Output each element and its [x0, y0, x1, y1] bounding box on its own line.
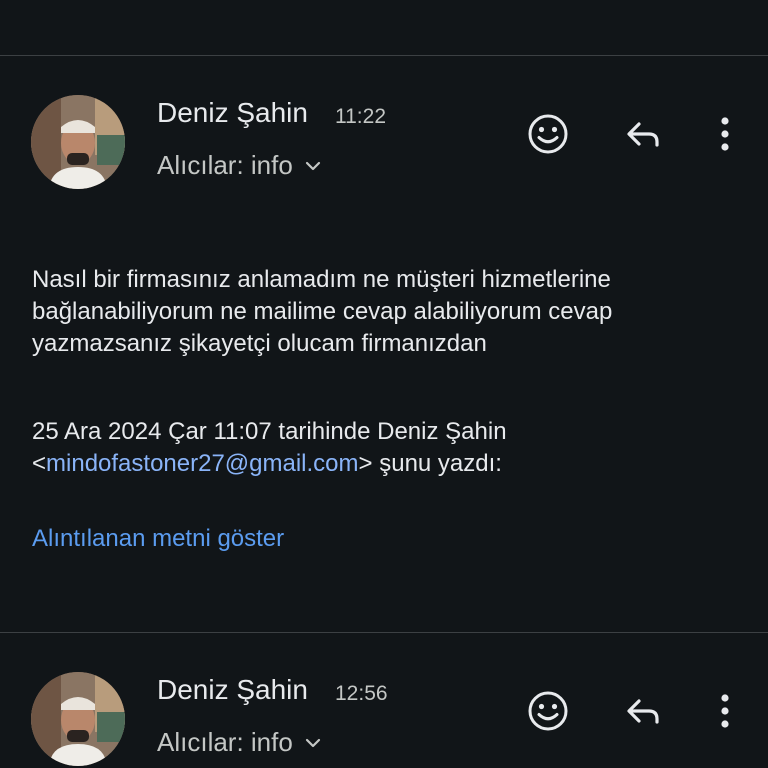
message-body: Nasıl bir firmasınız anlamadım ne müşter…: [32, 264, 732, 360]
more-options-button[interactable]: [697, 106, 753, 162]
reply-button[interactable]: [615, 106, 671, 162]
body-line: bağlanabiliyorum ne mailime cevap alabil…: [32, 298, 613, 325]
sender-name: Deniz Şahin: [157, 674, 308, 705]
quote-header-line: 25 Ara 2024 Çar 11:07 tarihinde Deniz Şa…: [32, 418, 507, 445]
recipients-label: Alıcılar: info: [157, 150, 293, 180]
more-options-button[interactable]: [697, 683, 753, 739]
recipients-label: Alıcılar: info: [157, 727, 293, 757]
message-divider: [0, 632, 768, 633]
add-reaction-button[interactable]: [520, 683, 576, 739]
quote-header-line: <mindofastoner27@gmail.com> şunu yazdı:: [32, 448, 732, 480]
recipients-toggle[interactable]: Alıcılar: info: [157, 727, 323, 758]
chevron-down-icon: [305, 738, 320, 747]
sender-avatar[interactable]: [31, 95, 125, 189]
reply-icon: [627, 699, 659, 724]
show-quoted-text-link[interactable]: Alıntılanan metni göster: [32, 525, 284, 553]
quote-bracket-open: <: [32, 450, 47, 477]
quote-wrote-text: > şunu yazdı:: [358, 450, 502, 477]
chevron-down-icon: [305, 161, 320, 170]
sender-avatar[interactable]: [31, 672, 125, 766]
reply-icon: [627, 122, 659, 147]
more-vert-icon: [721, 117, 729, 151]
top-divider: [0, 55, 768, 56]
message-time: 11:22: [335, 105, 386, 128]
emoji-reaction-icon: [528, 114, 568, 154]
message-time: 12:56: [335, 682, 388, 705]
body-line: Nasıl bir firmasınız anlamadım ne müşter…: [32, 266, 611, 293]
add-reaction-button[interactable]: [520, 106, 576, 162]
sender-email-link[interactable]: mindofastoner27@gmail.com: [46, 450, 359, 477]
email-thread: Deniz Şahin 11:22 Alıcılar: info Nasıl b…: [0, 0, 768, 768]
recipients-toggle[interactable]: Alıcılar: info: [157, 150, 323, 181]
emoji-reaction-icon: [528, 691, 568, 731]
message-header[interactable]: Deniz Şahin 11:22 Alıcılar: info: [0, 95, 768, 195]
quote-header: 25 Ara 2024 Çar 11:07 tarihinde Deniz Şa…: [32, 416, 732, 480]
reply-button[interactable]: [615, 683, 671, 739]
more-vert-icon: [721, 694, 729, 728]
sender-name: Deniz Şahin: [157, 97, 308, 128]
body-line: yazmazsanız şikayetçi olucam firmanızdan: [32, 330, 487, 357]
message-header[interactable]: Deniz Şahin 12:56 Alıcılar: info: [0, 672, 768, 768]
